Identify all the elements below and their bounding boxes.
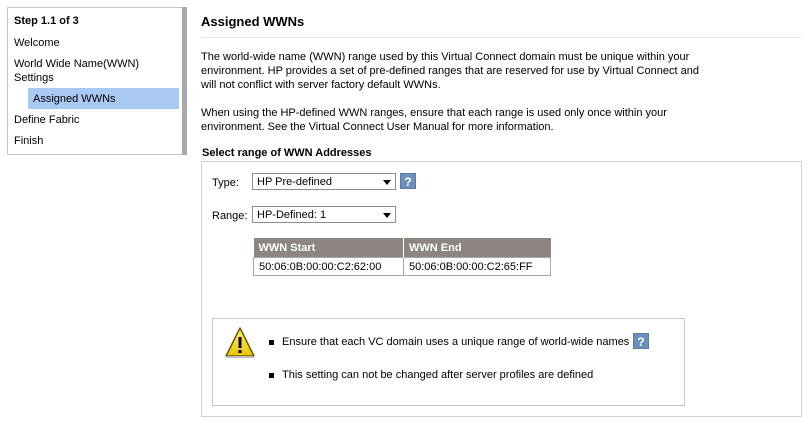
intro-line-2: environment. HP provides a set of pre-de… (201, 65, 699, 77)
nav-item-finish[interactable]: Finish (14, 134, 43, 148)
range-select-value: HP-Defined: 1 (257, 209, 327, 221)
section-title: Select range of WWN Addresses (202, 147, 372, 159)
column-header-wwn-start: WWN Start (253, 238, 404, 258)
bullet-1 (269, 340, 274, 345)
usage-line-1: When using the HP-defined WWN ranges, en… (201, 107, 667, 119)
title-divider (201, 37, 801, 38)
page-title: Assigned WWNs (201, 14, 305, 29)
step-indicator: Step 1.1 of 3 (14, 15, 79, 27)
wwn-range-table: WWN Start WWN End 50:06:0B:00:00:C2:62:0… (253, 238, 551, 276)
nav-item-assigned-wwns[interactable]: Assigned WWNs (33, 92, 116, 106)
table-row: 50:06:0B:00:00:C2:62:00 50:06:0B:00:00:C… (253, 257, 551, 276)
warning-icon (225, 327, 255, 358)
usage-line-2: environment. See the Virtual Connect Use… (201, 121, 554, 133)
chevron-down-icon (383, 180, 391, 185)
step-navigator: Step 1.1 of 3 Welcome World Wide Name(WW… (7, 7, 182, 155)
warning-text-1: Ensure that each VC domain uses a unique… (282, 336, 630, 348)
usage-paragraph: When using the HP-defined WWN ranges, en… (201, 106, 721, 134)
type-select-value: HP Pre-defined (257, 176, 333, 188)
help-icon[interactable]: ? (633, 333, 649, 349)
warning-text-2: This setting can not be changed after se… (282, 369, 594, 381)
nav-item-define-fabric[interactable]: Define Fabric (14, 113, 79, 127)
warning-box (212, 318, 685, 406)
nav-item-welcome[interactable]: Welcome (14, 36, 60, 50)
range-select[interactable]: HP-Defined: 1 (252, 206, 396, 223)
intro-line-1: The world-wide name (WWN) range used by … (201, 51, 690, 63)
intro-line-3: will not conflict with server factory de… (201, 79, 441, 91)
column-header-wwn-end: WWN End (403, 238, 551, 258)
wwn-start-cell: 50:06:0B:00:00:C2:62:00 (253, 257, 404, 276)
table-header-row: WWN Start WWN End (253, 238, 551, 258)
intro-paragraph: The world-wide name (WWN) range used by … (201, 50, 721, 92)
help-icon[interactable]: ? (400, 173, 416, 189)
bullet-2 (269, 373, 274, 378)
nav-item-wwn-settings-cont[interactable]: Settings (14, 71, 54, 85)
chevron-down-icon (383, 213, 391, 218)
type-label: Type: (212, 177, 239, 189)
type-select[interactable]: HP Pre-defined (252, 173, 396, 190)
wwn-end-cell: 50:06:0B:00:00:C2:65:FF (403, 257, 551, 276)
nav-item-wwn-settings[interactable]: World Wide Name(WWN) (14, 57, 139, 71)
range-label: Range: (212, 210, 248, 222)
